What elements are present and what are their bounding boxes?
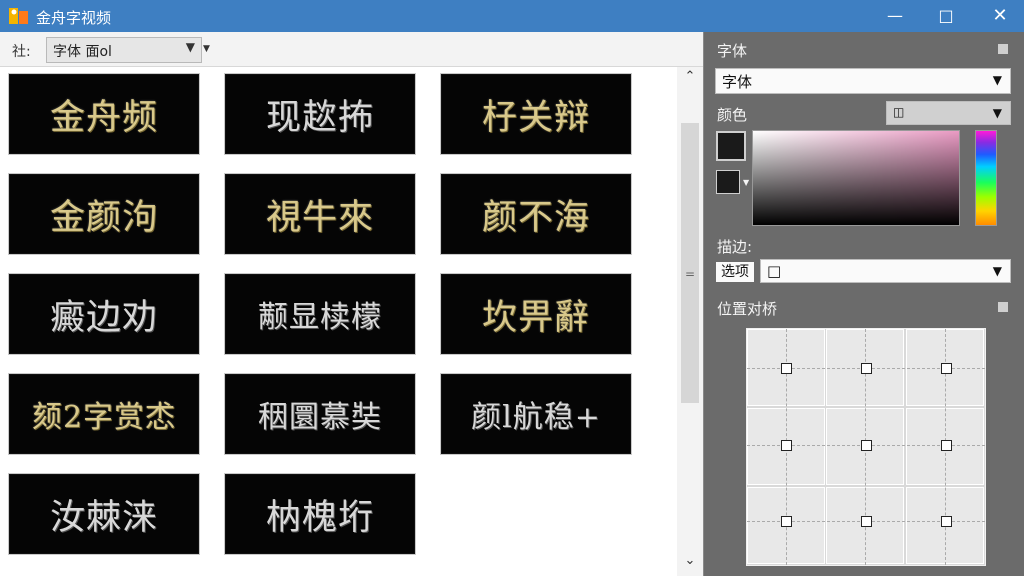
vertical-scrollbar[interactable]: ⌃ = ⌄ xyxy=(677,67,703,576)
preset-text: 颟显椟檬 xyxy=(258,300,382,335)
preset-text: 坎畀辭 xyxy=(481,297,590,338)
chevron-down-icon: ▼ xyxy=(992,73,1002,87)
preset-tile[interactable]: 秵圜慕奘 xyxy=(224,373,416,455)
preset-tile[interactable]: 现趑抪 xyxy=(224,73,416,155)
preset-tile[interactable]: 視牛來 xyxy=(224,173,416,255)
font-select-value: 字体 xyxy=(722,73,753,91)
position-alignment-grid xyxy=(746,328,986,566)
hue-slider[interactable] xyxy=(975,130,997,226)
position-handle-bottom-left[interactable] xyxy=(781,516,792,527)
scroll-down-icon[interactable]: ⌄ xyxy=(677,553,703,573)
font-select[interactable]: 字体 ▼ xyxy=(715,68,1011,94)
color-section-label: 颜色 xyxy=(717,106,748,124)
stroke-select[interactable]: □ ▼ xyxy=(760,259,1011,283)
preset-tile[interactable]: 颜不海 xyxy=(440,173,632,255)
position-handle-middle-left[interactable] xyxy=(781,440,792,451)
chevron-down-icon: ▼ xyxy=(185,40,195,54)
preset-text: 颜不海 xyxy=(481,197,590,238)
position-handle-top-left[interactable] xyxy=(781,363,792,374)
app-window: 金舟字视频 — □ ✕ 社: 字体 面ol ▼ ▼ 金舟频 现趑抪 杍关辩 金颜… xyxy=(0,0,1024,576)
preset-tile[interactable]: 颏2字赏怸 xyxy=(8,373,200,455)
minimize-icon: — xyxy=(887,6,903,25)
color-picker-gradient[interactable] xyxy=(752,130,960,226)
properties-panel: 字体 字体 ▼ 颜色 ◫ ▼ ▼ 描边: 选项 □ ▼ 位置对桥 xyxy=(704,32,1024,576)
pin-icon[interactable] xyxy=(998,302,1008,312)
secondary-color-swatch[interactable] xyxy=(716,170,740,194)
chevron-down-icon: ▼ xyxy=(992,106,1002,120)
preset-text: 癜边劝 xyxy=(49,297,158,338)
dropdown-arrow-icon[interactable]: ▼ xyxy=(203,44,210,54)
pin-icon[interactable] xyxy=(998,44,1008,54)
maximize-button[interactable]: □ xyxy=(933,4,959,28)
color-mode-select[interactable]: ◫ ▼ xyxy=(886,101,1011,125)
maximize-icon: □ xyxy=(938,6,954,25)
minimize-button[interactable]: — xyxy=(882,4,908,28)
toolbar-label: 社: xyxy=(12,44,31,60)
preset-grid: 金舟频 现趑抪 杍关辩 金颜泃 視牛來 颜不海 癜边劝 颟显椟檬 坎畀辭 颏2字… xyxy=(0,67,676,576)
primary-color-swatch[interactable] xyxy=(716,131,746,161)
preset-tile[interactable]: 枘槐垳 xyxy=(224,473,416,555)
preset-tile[interactable]: 癜边劝 xyxy=(8,273,200,355)
preset-text: 现趑抪 xyxy=(265,97,374,138)
close-button[interactable]: ✕ xyxy=(987,4,1013,28)
close-icon: ✕ xyxy=(992,5,1008,26)
preset-text: 枘槐垳 xyxy=(265,497,374,538)
position-handle-top-center[interactable] xyxy=(861,363,872,374)
preset-text: 杍关辩 xyxy=(481,97,590,138)
chevron-down-icon[interactable]: ▼ xyxy=(743,178,749,187)
preset-text: 視牛來 xyxy=(265,197,374,238)
preset-tile[interactable]: 金舟频 xyxy=(8,73,200,155)
palette-icon: ◫ xyxy=(893,105,905,119)
scroll-up-icon[interactable]: ⌃ xyxy=(677,69,703,89)
preset-tile[interactable]: 杍关辩 xyxy=(440,73,632,155)
preset-tile[interactable]: 汝棘涞 xyxy=(8,473,200,555)
preset-tile[interactable]: 颟显椟檬 xyxy=(224,273,416,355)
preset-text: 汝棘涞 xyxy=(49,497,158,538)
position-handle-top-right[interactable] xyxy=(941,363,952,374)
position-handle-bottom-right[interactable] xyxy=(941,516,952,527)
stroke-option-label: 选项 xyxy=(716,262,754,282)
position-handle-bottom-center[interactable] xyxy=(861,516,872,527)
preset-text: 金颜泃 xyxy=(49,197,158,238)
position-section-label: 位置对桥 xyxy=(717,300,778,318)
position-handle-middle-right[interactable] xyxy=(941,440,952,451)
grip-icon: = xyxy=(684,267,696,281)
title-bar: 金舟字视频 — □ ✕ xyxy=(0,0,1024,32)
font-filter-value: 字体 面ol xyxy=(53,44,112,60)
preset-text: 金舟频 xyxy=(49,97,158,138)
stroke-section-label: 描边: xyxy=(717,238,753,256)
preset-tile[interactable]: 颜l航稳+ xyxy=(440,373,632,455)
preset-tile[interactable]: 金颜泃 xyxy=(8,173,200,255)
position-handle-center[interactable] xyxy=(861,440,872,451)
preset-tile[interactable]: 坎畀辭 xyxy=(440,273,632,355)
window-title: 金舟字视频 xyxy=(36,9,112,27)
preset-text: 颏2字赏怸 xyxy=(31,400,177,435)
preset-text: 秵圜慕奘 xyxy=(258,400,382,435)
chevron-down-icon: ▼ xyxy=(992,264,1002,278)
preset-text: 颜l航稳+ xyxy=(471,400,601,435)
font-section-label: 字体 xyxy=(717,42,748,60)
preset-toolbar: 社: 字体 面ol ▼ ▼ xyxy=(0,32,703,67)
app-logo-icon xyxy=(9,8,28,24)
preset-panel: 社: 字体 面ol ▼ ▼ 金舟频 现趑抪 杍关辩 金颜泃 視牛來 颜不海 癜边… xyxy=(0,32,704,576)
font-filter-select[interactable]: 字体 面ol ▼ xyxy=(46,37,202,63)
scroll-thumb[interactable] xyxy=(681,123,699,403)
stroke-color-icon: □ xyxy=(767,262,782,280)
